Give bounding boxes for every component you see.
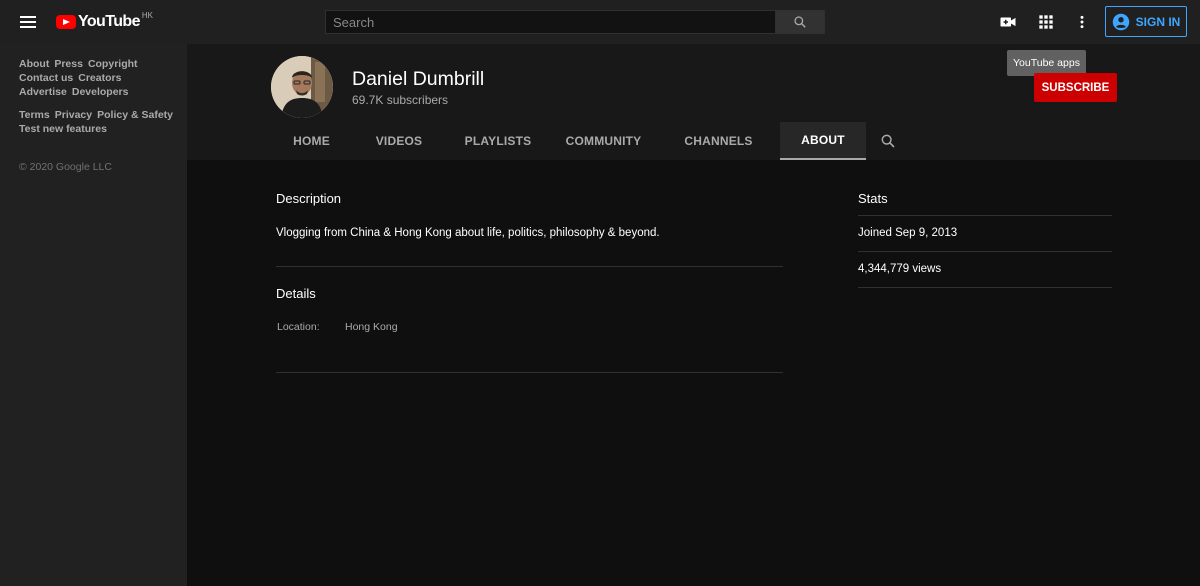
search-icon (794, 16, 806, 28)
channel-name: Daniel Dumbrill (352, 68, 485, 90)
stats-divider-bottom (858, 287, 1112, 288)
footer-link-test-features[interactable]: Test new features (19, 123, 107, 135)
video-camera-icon (1000, 17, 1016, 27)
logo-region: HK (141, 10, 153, 20)
create-video-button[interactable] (997, 11, 1019, 33)
sign-in-label: SIGN IN (1135, 14, 1181, 29)
tab-videos[interactable]: VIDEOS (352, 122, 446, 160)
youtube-play-icon (56, 15, 76, 29)
search-icon (881, 134, 895, 148)
tab-about[interactable]: ABOUT (780, 122, 866, 160)
description-title: Description (276, 191, 342, 206)
details-divider (276, 372, 783, 373)
footer-link-copyright[interactable]: Copyright (88, 58, 138, 70)
footer-link-developers[interactable]: Developers (72, 86, 129, 98)
menu-icon[interactable] (14, 8, 42, 36)
footer-link-privacy[interactable]: Privacy (55, 109, 92, 121)
subscriber-count: 69.7K subscribers (352, 93, 449, 107)
settings-more-button[interactable] (1071, 11, 1093, 33)
description-divider (276, 266, 783, 267)
logo-text: YouTube (78, 13, 140, 30)
sidebar: About Press Copyright Contact us Creators A… (0, 44, 187, 586)
more-vertical-icon (1080, 15, 1084, 29)
tab-channels[interactable]: CHANNELS (657, 122, 780, 160)
tab-playlists[interactable]: PLAYLISTS (446, 122, 550, 160)
joined-date: Joined Sep 9, 2013 (858, 227, 958, 239)
apps-grid-icon (1039, 15, 1053, 29)
tab-home[interactable]: HOME (271, 122, 352, 160)
subscribe-button[interactable]: SUBSCRIBE (1034, 73, 1117, 102)
footer-link-creators[interactable]: Creators (78, 72, 121, 84)
location-label: Location: (277, 321, 320, 333)
location-value: Hong Kong (345, 321, 398, 333)
footer-link-terms[interactable]: Terms (19, 109, 50, 121)
channel-tabs: HOME VIDEOS PLAYLISTS COMMUNITY CHANNELS… (271, 122, 910, 160)
view-count: 4,344,779 views (858, 263, 942, 275)
about-content: Description Vlogging from China & Hong K… (187, 160, 1200, 586)
stats-title: Stats (858, 191, 888, 206)
search-button[interactable] (775, 10, 825, 34)
youtube-logo[interactable]: YouTube HK (56, 10, 153, 32)
footer-links-primary: About Press Copyright Contact us Creators A… (19, 57, 179, 99)
footer-link-contact[interactable]: Contact us (19, 72, 73, 84)
top-bar: YouTube HK Search SIGN IN (0, 0, 1200, 44)
channel-search-button[interactable] (866, 122, 910, 160)
tab-community[interactable]: COMMUNITY (550, 122, 657, 160)
footer-link-about[interactable]: About (19, 58, 49, 70)
channel-header: Daniel Dumbrill 69.7K subscribers YouTub… (187, 44, 1200, 160)
description-text: Vlogging from China & Hong Kong about li… (276, 227, 660, 239)
search-bar (325, 10, 825, 34)
avatar-image (271, 56, 333, 118)
stats-divider-top (858, 215, 1112, 216)
apps-button[interactable] (1035, 11, 1057, 33)
footer-link-advertise[interactable]: Advertise (19, 86, 67, 98)
sign-in-button[interactable]: SIGN IN (1105, 6, 1187, 37)
copyright-text: © 2020 Google LLC (19, 161, 112, 173)
footer-links-secondary: Terms Privacy Policy & Safety Test new fea… (19, 108, 179, 136)
channel-avatar[interactable] (271, 56, 333, 118)
footer-link-press[interactable]: Press (54, 58, 83, 70)
footer-link-policy-safety[interactable]: Policy & Safety (97, 109, 173, 121)
stats-divider-middle (858, 251, 1112, 252)
search-input[interactable] (325, 10, 775, 34)
details-title: Details (276, 286, 316, 301)
account-circle-icon (1112, 13, 1129, 30)
